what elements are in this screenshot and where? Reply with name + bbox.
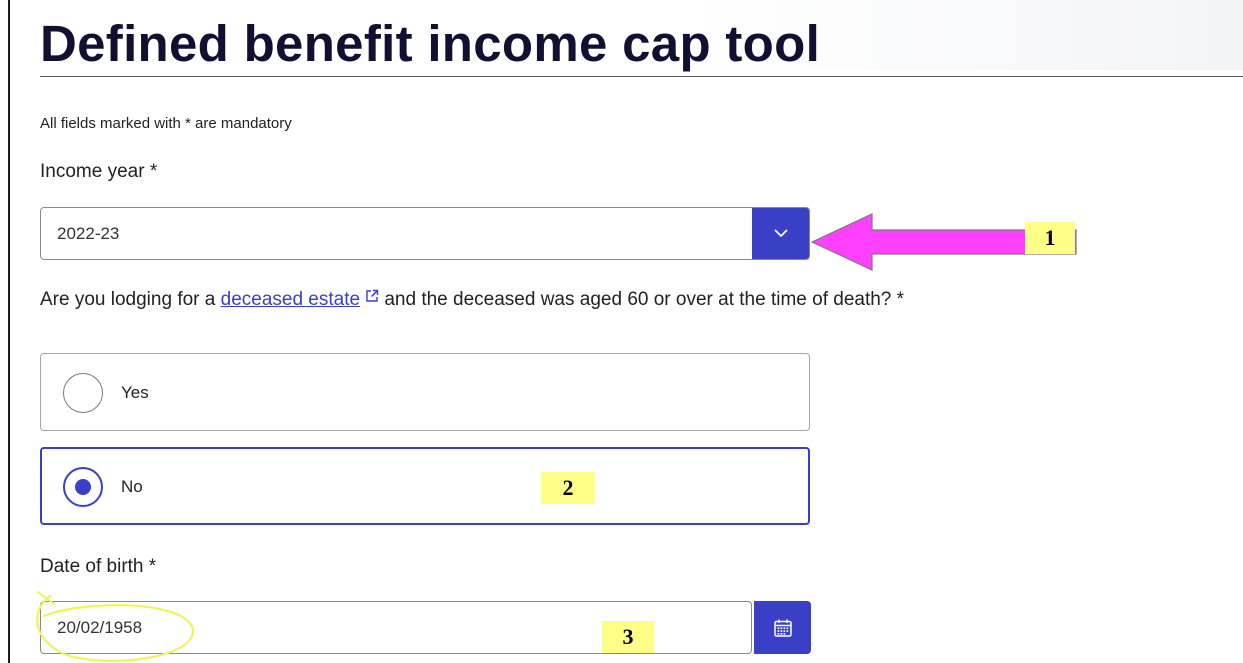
annotation-badge-3: 3 bbox=[602, 621, 654, 653]
income-year-dropdown-button[interactable] bbox=[752, 208, 809, 259]
annotation-ellipse bbox=[36, 591, 194, 662]
radio-button-yes[interactable] bbox=[63, 373, 103, 413]
question-text-end: and the deceased was aged 60 or over at … bbox=[379, 289, 905, 310]
radio-label-yes: Yes bbox=[121, 383, 149, 402]
income-year-value: 2022-23 bbox=[57, 224, 120, 243]
radio-label-no: No bbox=[121, 477, 143, 496]
income-year-select[interactable]: 2022-23 bbox=[40, 207, 810, 260]
radio-button-no[interactable] bbox=[63, 467, 103, 507]
date-picker-button[interactable] bbox=[754, 601, 811, 654]
radio-selected-dot bbox=[75, 479, 91, 495]
annotation-badge-1: 1 bbox=[1025, 222, 1075, 254]
annotation-badge-2: 2 bbox=[541, 472, 595, 504]
title-divider bbox=[40, 76, 1243, 77]
deceased-estate-link[interactable]: deceased estate bbox=[221, 289, 360, 310]
page-title: Defined benefit income cap tool bbox=[40, 15, 821, 72]
date-of-birth-label: Date of birth * bbox=[40, 556, 157, 577]
question-text-start: Are you lodging for a bbox=[40, 289, 221, 310]
chevron-down-icon bbox=[774, 229, 787, 237]
mandatory-note: All fields marked with * are mandatory bbox=[40, 115, 292, 132]
left-frame-border bbox=[8, 0, 10, 663]
calendar-icon bbox=[773, 619, 792, 637]
radio-option-yes[interactable]: Yes bbox=[40, 353, 810, 431]
external-link-icon[interactable] bbox=[365, 289, 379, 303]
deceased-estate-question: Are you lodging for a deceased estate an… bbox=[40, 289, 904, 311]
radio-option-no[interactable]: No bbox=[40, 447, 810, 525]
income-year-label: Income year * bbox=[40, 161, 158, 182]
